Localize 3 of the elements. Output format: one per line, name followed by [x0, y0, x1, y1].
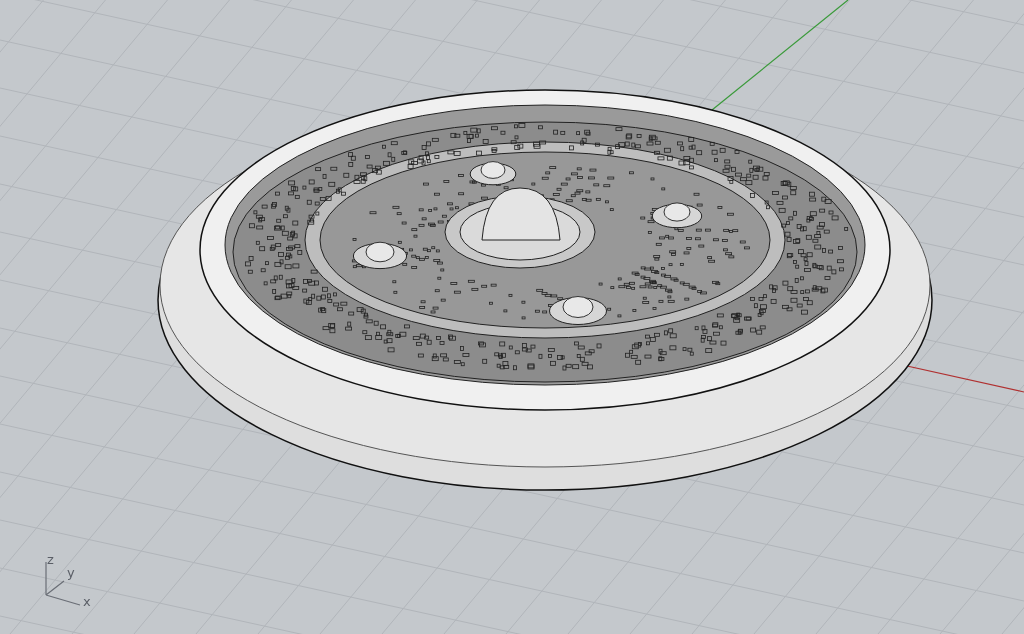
axis-label: y — [67, 566, 75, 579]
axis-label: x — [83, 595, 91, 608]
axis-label: z — [47, 553, 54, 566]
